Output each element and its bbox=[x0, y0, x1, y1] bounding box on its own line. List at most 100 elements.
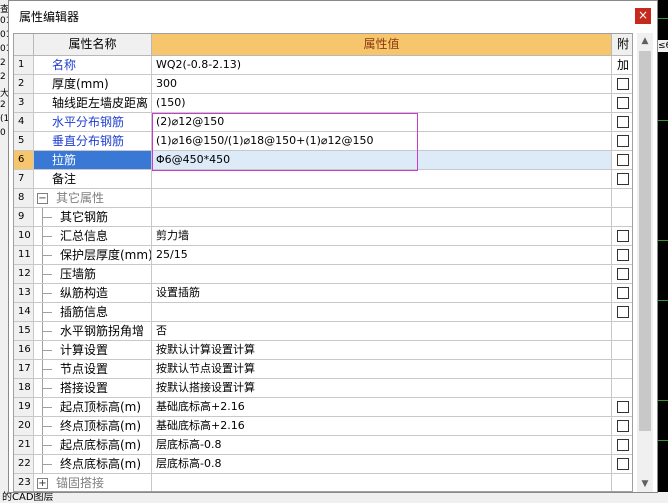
property-row[interactable]: 23 + 锚固搭接 bbox=[14, 474, 632, 491]
title-bar[interactable]: 属性编辑器 × bbox=[9, 1, 657, 31]
row-number[interactable]: 17 bbox=[14, 360, 34, 379]
row-number[interactable]: 2 bbox=[14, 75, 34, 94]
row-number[interactable]: 16 bbox=[14, 341, 34, 360]
row-number[interactable]: 3 bbox=[14, 94, 34, 113]
property-row[interactable]: 3 轴线距左墙皮距离 (150) bbox=[14, 94, 632, 113]
add-checkbox[interactable] bbox=[617, 173, 629, 185]
add-checkbox[interactable] bbox=[617, 306, 629, 318]
property-row[interactable]: 14 插筋信息 bbox=[14, 303, 632, 322]
property-name[interactable]: 纵筋构造 bbox=[34, 284, 152, 303]
property-name[interactable]: 起点底标高(m) bbox=[34, 436, 152, 455]
scroll-down-icon[interactable]: ▼ bbox=[637, 476, 653, 492]
add-cell[interactable] bbox=[612, 132, 632, 151]
add-checkbox[interactable] bbox=[617, 439, 629, 451]
property-name[interactable]: 节点设置 bbox=[34, 360, 152, 379]
property-name[interactable]: 插筋信息 bbox=[34, 303, 152, 322]
expand-icon[interactable]: + bbox=[37, 478, 48, 489]
row-number[interactable]: 1 bbox=[14, 56, 34, 75]
property-name[interactable]: 名称 bbox=[34, 56, 152, 75]
row-number[interactable]: 4 bbox=[14, 113, 34, 132]
row-number[interactable]: 21 bbox=[14, 436, 34, 455]
add-cell[interactable] bbox=[612, 227, 632, 246]
add-cell[interactable] bbox=[612, 417, 632, 436]
property-name[interactable]: 起点顶标高(m) bbox=[34, 398, 152, 417]
property-name[interactable]: 计算设置 bbox=[34, 341, 152, 360]
add-checkbox[interactable] bbox=[617, 287, 629, 299]
property-value[interactable] bbox=[152, 474, 612, 491]
add-checkbox[interactable] bbox=[617, 154, 629, 166]
row-number[interactable]: 5 bbox=[14, 132, 34, 151]
property-value[interactable]: (150) bbox=[152, 94, 612, 113]
property-name[interactable]: 终点顶标高(m) bbox=[34, 417, 152, 436]
property-row[interactable]: 13 纵筋构造 设置插筋 bbox=[14, 284, 632, 303]
property-value[interactable]: 设置插筋 bbox=[152, 284, 612, 303]
property-name[interactable]: 水平钢筋拐角增 bbox=[34, 322, 152, 341]
row-number[interactable]: 11 bbox=[14, 246, 34, 265]
property-name[interactable]: 备注 bbox=[34, 170, 152, 189]
header-property-value[interactable]: 属性值 bbox=[152, 34, 612, 56]
add-cell[interactable] bbox=[612, 170, 632, 189]
row-number[interactable]: 15 bbox=[14, 322, 34, 341]
close-button[interactable]: × bbox=[635, 8, 651, 24]
add-checkbox[interactable] bbox=[617, 116, 629, 128]
add-cell[interactable] bbox=[612, 265, 632, 284]
property-row[interactable]: 21 起点底标高(m) 层底标高-0.8 bbox=[14, 436, 632, 455]
property-value[interactable]: (2)⌀12@150 bbox=[152, 113, 612, 132]
row-number[interactable]: 22 bbox=[14, 455, 34, 474]
add-cell[interactable] bbox=[612, 398, 632, 417]
property-name[interactable]: 其它钢筋 bbox=[34, 208, 152, 227]
property-value[interactable]: 层底标高-0.8 bbox=[152, 436, 612, 455]
property-name[interactable]: 压墙筋 bbox=[34, 265, 152, 284]
property-row[interactable]: 22 终点底标高(m) 层底标高-0.8 bbox=[14, 455, 632, 474]
add-cell[interactable] bbox=[612, 303, 632, 322]
property-row[interactable]: 12 压墙筋 bbox=[14, 265, 632, 284]
property-value[interactable]: 基础底标高+2.16 bbox=[152, 417, 612, 436]
row-number[interactable]: 20 bbox=[14, 417, 34, 436]
property-value[interactable]: 按默认搭接设置计算 bbox=[152, 379, 612, 398]
property-row[interactable]: 18 搭接设置 按默认搭接设置计算 bbox=[14, 379, 632, 398]
add-checkbox[interactable] bbox=[617, 78, 629, 90]
property-name[interactable]: 水平分布钢筋 bbox=[34, 113, 152, 132]
property-value[interactable]: (1)⌀16@150/(1)⌀18@150+(1)⌀12@150 bbox=[152, 132, 612, 151]
row-number[interactable]: 12 bbox=[14, 265, 34, 284]
add-cell[interactable] bbox=[612, 436, 632, 455]
property-row[interactable]: 1 名称 WQ2(-0.8-2.13) bbox=[14, 56, 632, 75]
property-value[interactable]: 按默认计算设置计算 bbox=[152, 341, 612, 360]
property-value[interactable]: 否 bbox=[152, 322, 612, 341]
collapse-icon[interactable]: − bbox=[37, 193, 48, 204]
row-number[interactable]: 8 bbox=[14, 189, 34, 208]
property-value[interactable] bbox=[152, 303, 612, 322]
property-row[interactable]: 16 计算设置 按默认计算设置计算 bbox=[14, 341, 632, 360]
property-value[interactable]: 剪力墙 bbox=[152, 227, 612, 246]
property-name[interactable]: − 其它属性 bbox=[34, 189, 152, 208]
add-cell[interactable] bbox=[612, 75, 632, 94]
property-row[interactable]: 20 终点顶标高(m) 基础底标高+2.16 bbox=[14, 417, 632, 436]
property-name[interactable]: 轴线距左墙皮距离 bbox=[34, 94, 152, 113]
add-cell[interactable] bbox=[612, 455, 632, 474]
scrollbar-thumb[interactable] bbox=[639, 51, 651, 431]
property-name[interactable]: + 锚固搭接 bbox=[34, 474, 152, 491]
property-value[interactable] bbox=[152, 170, 612, 189]
property-name[interactable]: 垂直分布钢筋 bbox=[34, 132, 152, 151]
property-value[interactable] bbox=[152, 189, 612, 208]
property-name[interactable]: 汇总信息 bbox=[34, 227, 152, 246]
property-row[interactable]: 5 垂直分布钢筋 (1)⌀16@150/(1)⌀18@150+(1)⌀12@150 bbox=[14, 132, 632, 151]
add-checkbox[interactable] bbox=[617, 135, 629, 147]
add-checkbox[interactable] bbox=[617, 230, 629, 242]
add-cell[interactable] bbox=[612, 113, 632, 132]
add-checkbox[interactable] bbox=[617, 268, 629, 280]
row-number[interactable]: 6 bbox=[14, 151, 34, 170]
header-property-name[interactable]: 属性名称 bbox=[34, 34, 152, 56]
row-number[interactable]: 19 bbox=[14, 398, 34, 417]
property-row[interactable]: 10 汇总信息 剪力墙 bbox=[14, 227, 632, 246]
property-row[interactable]: 2 厚度(mm) 300 bbox=[14, 75, 632, 94]
row-number[interactable]: 9 bbox=[14, 208, 34, 227]
property-row[interactable]: 8− 其它属性 bbox=[14, 189, 632, 208]
vertical-scrollbar[interactable]: ▲ ▼ bbox=[637, 33, 653, 492]
property-name[interactable]: 厚度(mm) bbox=[34, 75, 152, 94]
property-value[interactable]: 300 bbox=[152, 75, 612, 94]
property-value[interactable]: 25/15 bbox=[152, 246, 612, 265]
property-value[interactable]: Φ6@450*450 bbox=[152, 151, 612, 170]
property-value[interactable] bbox=[152, 208, 612, 227]
property-row[interactable]: 6 拉筋 Φ6@450*450 bbox=[14, 151, 632, 170]
